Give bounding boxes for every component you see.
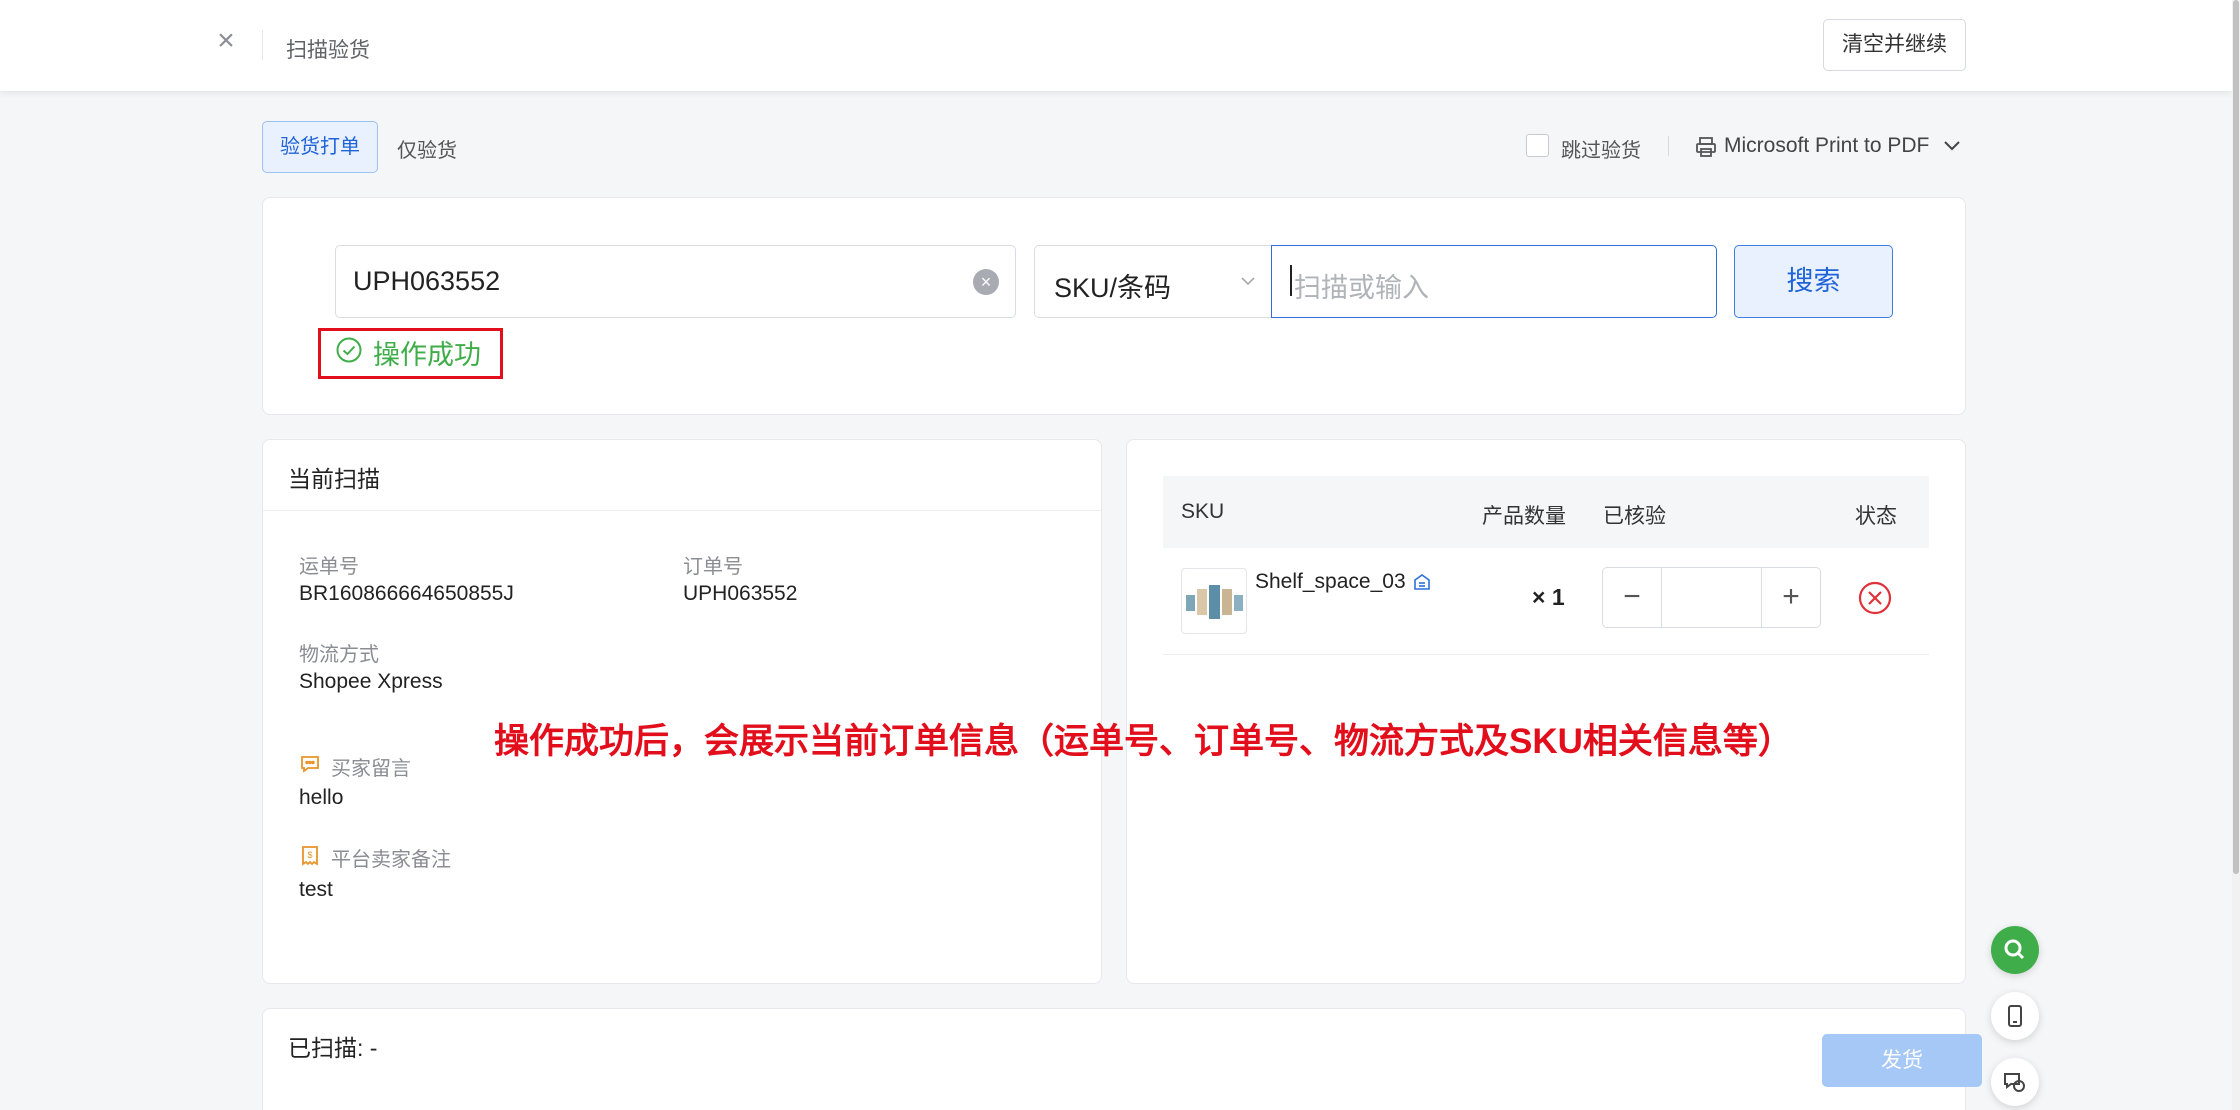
floating-chat-button[interactable] <box>1991 1058 2039 1106</box>
search-button[interactable]: 搜索 <box>1734 245 1893 318</box>
chat-icon <box>2004 1073 2025 1092</box>
check-circle-icon <box>336 337 362 363</box>
increment-button[interactable]: + <box>1761 568 1820 627</box>
skip-check-label[interactable]: 跳过验货 <box>1561 134 1641 163</box>
header-quantity: 产品数量 <box>1482 505 1566 528</box>
product-image <box>1186 585 1243 619</box>
page-title: 扫描验货 <box>286 39 370 62</box>
footer-card <box>262 1008 1966 1110</box>
printer-icon <box>1696 137 1716 157</box>
tracking-number-label: 运单号 <box>299 556 359 578</box>
order-number-label: 订单号 <box>683 556 743 578</box>
chevron-down-icon[interactable] <box>1943 140 1961 152</box>
shipping-method-value: Shopee Xpress <box>299 670 443 693</box>
decrement-button[interactable]: − <box>1603 568 1662 627</box>
chevron-down-icon[interactable] <box>1240 276 1256 286</box>
table-row-divider <box>1163 654 1929 655</box>
product-quantity: × 1 <box>1532 584 1565 610</box>
order-number-value[interactable]: UPH063552 <box>353 266 500 297</box>
header-status: 状态 <box>1855 505 1897 528</box>
scanned-count: 已扫描: - <box>288 1035 378 1061</box>
annotation-text: 操作成功后，会展示当前订单信息（运单号、订单号、物流方式及SKU相关信息等） <box>494 722 1793 761</box>
success-message: 操作成功 <box>373 340 481 370</box>
seller-note-icon: $ <box>302 846 318 866</box>
current-scan-card <box>262 439 1102 984</box>
header-sku: SKU <box>1181 500 1225 523</box>
header-divider <box>262 30 263 60</box>
shipping-method-label: 物流方式 <box>299 644 379 666</box>
options-divider <box>1668 136 1669 156</box>
current-scan-title: 当前扫描 <box>288 466 380 492</box>
printer-select[interactable]: Microsoft Print to PDF <box>1724 134 1929 158</box>
seller-note-value: test <box>299 878 333 901</box>
message-icon <box>301 756 319 773</box>
mobile-icon <box>2008 1005 2022 1027</box>
floating-search-button[interactable] <box>1991 926 2039 974</box>
order-number-display: UPH063552 <box>683 582 798 605</box>
checked-quantity-input[interactable] <box>1663 568 1760 627</box>
close-icon[interactable]: × <box>214 26 238 56</box>
field-type-value[interactable]: SKU/条码 <box>1054 266 1171 305</box>
text-caret <box>1290 265 1292 296</box>
clear-input-icon[interactable]: × <box>973 269 999 295</box>
ship-button[interactable]: 发货 <box>1822 1034 1982 1087</box>
search-icon <box>2004 939 2025 960</box>
seller-note-label: 平台卖家备注 <box>331 849 451 871</box>
error-circle-icon[interactable] <box>1857 580 1893 616</box>
floating-mobile-button[interactable] <box>1991 992 2039 1040</box>
scan-input-placeholder[interactable]: 扫描或输入 <box>1294 266 1429 305</box>
sku-name[interactable]: Shelf_space_03 <box>1255 570 1406 594</box>
tab-check-only[interactable]: 仅验货 <box>397 134 457 163</box>
header-checked: 已核验 <box>1603 505 1666 528</box>
clear-and-continue-button[interactable]: 清空并继续 <box>1823 19 1966 71</box>
card-divider <box>263 510 1101 511</box>
tracking-number-value: BR160866664650855J <box>299 582 514 605</box>
tab-check-and-print[interactable]: 验货打单 <box>262 121 378 173</box>
skip-check-checkbox[interactable] <box>1526 134 1549 157</box>
svg-text:$: $ <box>307 850 312 860</box>
warehouse-icon[interactable] <box>1412 572 1432 592</box>
scrollbar-thumb[interactable] <box>2233 0 2239 874</box>
buyer-message-label: 买家留言 <box>331 758 411 780</box>
buyer-message-value: hello <box>299 786 344 809</box>
product-thumbnail[interactable] <box>1181 568 1247 634</box>
